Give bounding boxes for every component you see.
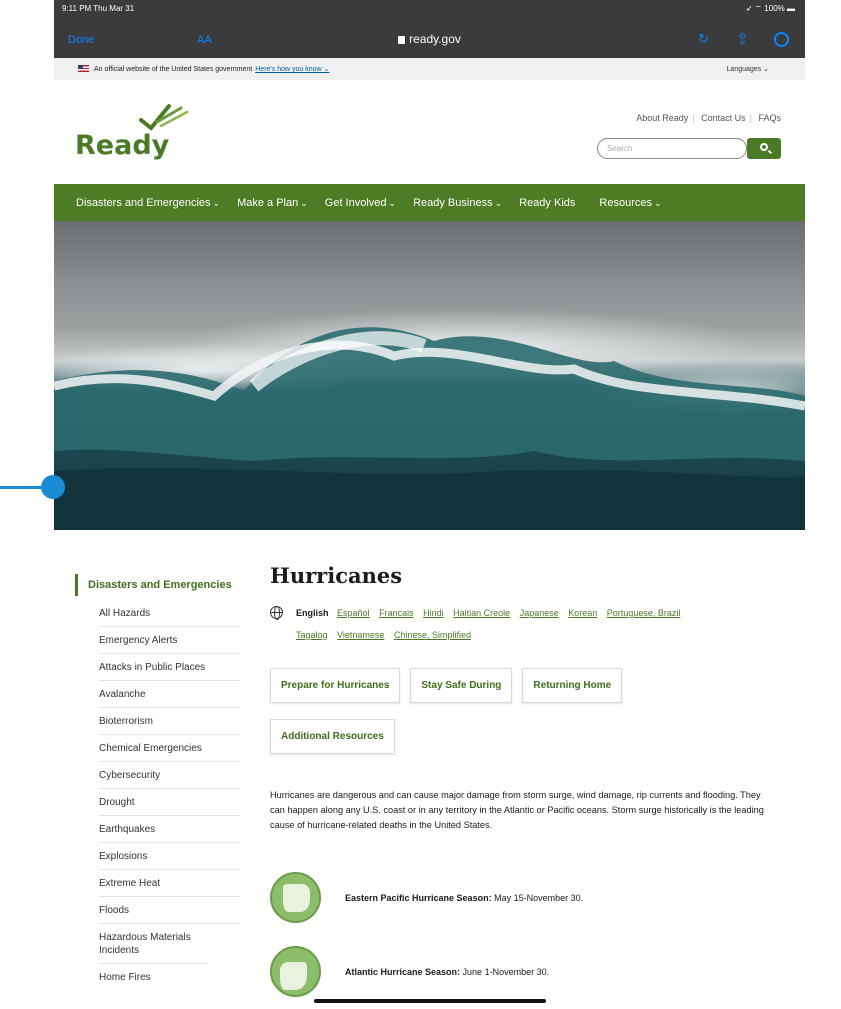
- pacific-coast-map-icon: [270, 872, 321, 923]
- about-ready-link[interactable]: About Ready: [636, 113, 688, 123]
- season-dates: June 1-November 30.: [462, 966, 550, 977]
- chevron-down-icon: ⌄: [494, 197, 503, 208]
- nav-label: Make a Plan: [237, 196, 299, 209]
- check-mark-icon: [139, 104, 189, 131]
- nav-label: Get Involved: [324, 196, 387, 209]
- sidebar-item-floods[interactable]: Floods: [99, 897, 240, 924]
- chevron-down-icon: ⌄: [388, 197, 397, 208]
- address-bar[interactable]: ready.gov: [54, 32, 805, 46]
- nav-ready-business[interactable]: Ready Business ⌄: [413, 197, 502, 209]
- heres-how-you-know-link[interactable]: Here's how you know ⌄: [255, 66, 329, 73]
- language-link-japanese[interactable]: Japanese: [520, 608, 559, 618]
- season-eastern-pacific: Eastern Pacific Hurricane Season: May 15…: [270, 872, 583, 923]
- browser-toolbar: 9:11 PM Thu Mar 31 ➶ ⌔ 100% ▬ Done AA re…: [54, 0, 805, 58]
- compass-icon[interactable]: [774, 32, 789, 47]
- sidebar-item-attacks-in-public-places[interactable]: Attacks in Public Places: [99, 654, 240, 681]
- atlantic-coast-map-icon: [270, 946, 321, 997]
- us-flag-icon: [78, 65, 89, 72]
- languages-dropdown[interactable]: Languages ⌄: [727, 65, 769, 73]
- chevron-down-icon: ⌄: [212, 197, 221, 208]
- sidebar-item-avalanche[interactable]: Avalanche: [99, 681, 240, 708]
- share-icon[interactable]: ⇧: [736, 30, 749, 48]
- sidebar-item-chemical-emergencies[interactable]: Chemical Emergencies: [99, 735, 240, 762]
- nav-ready-kids[interactable]: Ready Kids: [519, 197, 575, 209]
- sidebar-item-emergency-alerts[interactable]: Emergency Alerts: [99, 627, 240, 654]
- sidebar-nav: Disasters and Emergencies All Hazards Em…: [75, 574, 240, 991]
- nav-label: Ready Kids: [519, 196, 576, 209]
- sidebar-heading[interactable]: Disasters and Emergencies: [75, 574, 240, 596]
- nav-label: Resources: [599, 196, 652, 209]
- gov-banner-text: An official website of the United States…: [94, 65, 329, 73]
- logo-text: Ready: [75, 130, 170, 161]
- season-label: Atlantic Hurricane Season:: [345, 966, 461, 977]
- season-text: Eastern Pacific Hurricane Season: May 15…: [345, 893, 583, 903]
- main-content: Hurricanes English Español Francais Hind…: [270, 563, 780, 833]
- nav-make-a-plan[interactable]: Make a Plan ⌄: [237, 197, 308, 209]
- current-language: English: [296, 608, 329, 618]
- language-link-portuguese-brazil[interactable]: Portuguese, Brazil: [607, 608, 681, 618]
- sidebar-item-bioterrorism[interactable]: Bioterrorism: [99, 708, 240, 735]
- chevron-down-icon: ⌄: [653, 197, 662, 208]
- utility-links: About Ready | Contact Us | FAQs: [636, 113, 781, 123]
- globe-icon: [270, 606, 283, 620]
- main-nav: Disasters and Emergencies ⌄ Make a Plan ⌄ …: [54, 184, 805, 221]
- nav-get-involved[interactable]: Get Involved ⌄: [325, 197, 396, 209]
- status-time: 9:11 PM Thu Mar 31: [62, 4, 135, 13]
- search-icon: [760, 143, 768, 151]
- reload-icon[interactable]: ↻: [698, 32, 709, 47]
- battery-percent: 100%: [764, 4, 785, 13]
- language-selector: English Español Francais Hindi Haitian C…: [270, 602, 780, 646]
- section-tabs: Prepare for Hurricanes Stay Safe During …: [270, 668, 670, 754]
- wave-illustration: [54, 327, 805, 530]
- contact-us-link[interactable]: Contact Us: [701, 113, 746, 123]
- season-dates: May 15-November 30.: [494, 892, 584, 903]
- language-link-tagalog[interactable]: Tagalog: [296, 630, 328, 640]
- gov-banner-label: An official website of the United States…: [94, 66, 253, 73]
- hero-image-ocean-waves: [54, 221, 805, 530]
- tab-returning-home[interactable]: Returning Home: [522, 668, 623, 703]
- sidebar-item-extreme-heat[interactable]: Extreme Heat: [99, 870, 240, 897]
- faqs-link[interactable]: FAQs: [758, 113, 781, 123]
- nav-label: Disasters and Emergencies: [76, 196, 211, 209]
- language-link-hindi[interactable]: Hindi: [423, 608, 444, 618]
- language-link-haitian-creole[interactable]: Haitian Creole: [453, 608, 510, 618]
- sidebar-item-explosions[interactable]: Explosions: [99, 843, 240, 870]
- gov-banner: An official website of the United States…: [54, 58, 805, 80]
- intro-paragraph: Hurricanes are dangerous and can cause m…: [270, 790, 764, 830]
- url-text: ready.gov: [409, 32, 461, 46]
- language-link-espanol[interactable]: Español: [337, 608, 370, 618]
- season-atlantic: Atlantic Hurricane Season: June 1-Novemb…: [270, 946, 549, 997]
- season-text: Atlantic Hurricane Season: June 1-Novemb…: [345, 967, 549, 977]
- tab-prepare-for-hurricanes[interactable]: Prepare for Hurricanes: [270, 668, 401, 703]
- sidebar-item-earthquakes[interactable]: Earthquakes: [99, 816, 240, 843]
- status-battery: ➶ ⌔ 100% ▬: [745, 4, 795, 13]
- sidebar-list: All Hazards Emergency Alerts Attacks in …: [99, 600, 240, 991]
- season-label: Eastern Pacific Hurricane Season:: [345, 892, 492, 903]
- sidebar-item-home-fires[interactable]: Home Fires: [99, 964, 240, 991]
- scroll-indicator-handle[interactable]: [41, 475, 65, 499]
- lock-icon: [398, 36, 406, 44]
- tab-additional-resources[interactable]: Additional Resources: [270, 719, 395, 754]
- home-indicator[interactable]: [314, 999, 546, 1003]
- language-link-chinese-simplified[interactable]: Chinese, Simplified: [394, 630, 471, 640]
- tab-stay-safe-during[interactable]: Stay Safe During: [410, 668, 513, 703]
- nav-label: Ready Business: [413, 196, 493, 209]
- chevron-down-icon: ⌄: [300, 197, 308, 208]
- language-link-francais[interactable]: Francais: [379, 608, 414, 618]
- nav-disasters-and-emergencies[interactable]: Disasters and Emergencies ⌄: [76, 197, 220, 209]
- scroll-indicator-line: [0, 486, 44, 489]
- page-title: Hurricanes: [270, 563, 403, 588]
- nav-resources[interactable]: Resources ⌄: [599, 197, 661, 209]
- sidebar-item-drought[interactable]: Drought: [99, 789, 240, 816]
- sidebar-item-cybersecurity[interactable]: Cybersecurity: [99, 762, 240, 789]
- sidebar-item-hazardous-materials-incidents[interactable]: Hazardous Materials Incidents: [99, 924, 209, 964]
- sidebar-item-all-hazards[interactable]: All Hazards: [99, 600, 240, 627]
- language-link-korean[interactable]: Korean: [568, 608, 597, 618]
- language-link-vietnamese[interactable]: Vietnamese: [337, 630, 384, 640]
- search-input[interactable]: Search: [597, 138, 747, 159]
- search-button[interactable]: [747, 138, 781, 159]
